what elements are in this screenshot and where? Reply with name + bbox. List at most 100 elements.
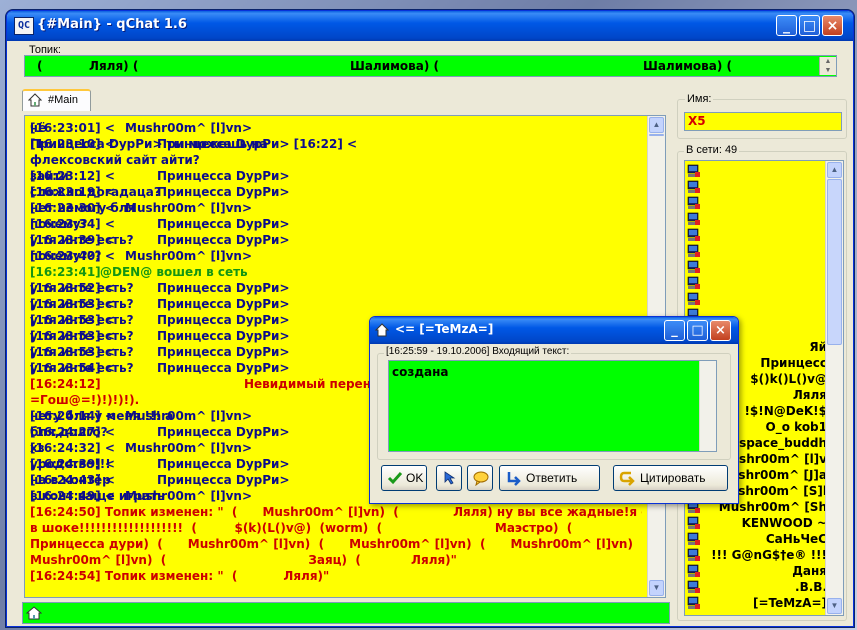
chat-message: Принцесса DурРи> ты можешь на — [30, 137, 268, 151]
dialog-close-button[interactable]: × — [710, 320, 731, 341]
user-list-item[interactable] — [687, 180, 827, 196]
quote-button-label: Цитировать — [640, 471, 706, 485]
scroll-up-button[interactable]: ▲ — [827, 162, 842, 178]
reply-arrow-icon — [507, 472, 521, 486]
topic-segment: ( — [37, 59, 43, 73]
user-computer-icon — [687, 228, 700, 241]
ok-button-label: OK — [406, 471, 424, 485]
name-label: Имя: — [685, 93, 714, 105]
scroll-thumb[interactable] — [649, 134, 664, 136]
chat-nick[interactable]: Mushr00m^ [l]vn> — [125, 120, 252, 136]
user-list-item[interactable] — [687, 292, 827, 308]
chat-nick[interactable]: Принцесса DурРи> — [157, 472, 290, 488]
system-notice: Невидимый перени — [244, 377, 380, 391]
user-list-item[interactable] — [687, 212, 827, 228]
chat-message: уродство!!! — [30, 457, 111, 471]
chat-nick[interactable]: Принцесса DурРи> — [157, 328, 290, 344]
topic-scroll-spinner[interactable]: ▲ ▼ — [819, 57, 836, 75]
user-name: [=TeMzA=] — [752, 596, 827, 610]
user-computer-icon — [687, 212, 700, 225]
topic-field[interactable]: ( Ляля) ( Шалимова) ( Шалимова) ( — [24, 55, 837, 77]
chat-nick[interactable]: Принцесса DурРи> — [157, 232, 290, 248]
user-list-item[interactable] — [687, 244, 827, 260]
chat-line: [16:23:39] < Принцесса DурРи> у тя инте ес… — [30, 232, 642, 248]
scroll-thumb[interactable] — [827, 179, 842, 345]
chat-message: нет немогу бля — [30, 201, 136, 215]
maximize-button[interactable]: □ — [799, 15, 820, 36]
user-list-item[interactable]: .B.B. — [687, 580, 827, 596]
chat-nick[interactable]: Принцесса DурРи> — [157, 184, 290, 200]
text-scrollbar[interactable] — [699, 361, 716, 451]
user-list-item[interactable]: KENWOOD ~ — [687, 516, 827, 532]
user-list-item[interactable] — [687, 164, 827, 180]
title-bar[interactable]: QC {#Main} - qChat 1.6 _ □ × — [7, 11, 853, 41]
user-computer-icon — [687, 180, 700, 193]
user-name: Даня — [792, 564, 827, 578]
dialog-timestamp-label: [16:25:59 - 19.10.2006] Входящий текст: — [384, 346, 572, 357]
chat-message: почему? — [30, 217, 88, 231]
home-icon — [375, 323, 389, 337]
ok-button[interactable]: OK — [381, 465, 427, 491]
minimize-button[interactable]: _ — [776, 15, 797, 36]
user-list-item[interactable]: !!! G@nG$†e® !!! — [687, 548, 827, 564]
chat-message: у тя инте есть? — [30, 345, 134, 359]
chat-nick[interactable]: Mushr00m^ [l]vn> — [125, 440, 252, 456]
quote-arrow-icon — [619, 471, 635, 486]
dialog-minimize-button[interactable]: _ — [664, 320, 685, 341]
chat-line: [16:23:34] < Принцесса DурРи> почему? — [30, 216, 642, 232]
incoming-text-area[interactable]: создана — [388, 360, 717, 452]
topic-segment: Ляля) ( — [89, 59, 139, 73]
chat-line: [16:23:40] < Mushr00m^ [l]vn> почему??? — [30, 248, 642, 264]
chat-nick[interactable]: Принцесса DурРи> — [157, 216, 290, 232]
chat-line: [16:24:54] Топик изменен: " ( Ляля)" — [30, 569, 330, 583]
user-list-item[interactable] — [687, 228, 827, 244]
chat-message: у тя инте есть? — [30, 297, 134, 311]
reply-button[interactable]: Ответить — [499, 465, 600, 491]
chat-nick[interactable]: Принцесса DурРи> — [157, 360, 290, 376]
user-name: CaНьЧеС — [765, 532, 827, 546]
user-computer-icon — [687, 292, 700, 305]
user-list-item[interactable]: Даня — [687, 564, 827, 580]
chat-nick[interactable]: Принцесса DурРи> — [157, 168, 290, 184]
user-list-item[interactable] — [687, 196, 827, 212]
smiley-button[interactable] — [467, 465, 493, 491]
chat-message: хз — [30, 441, 45, 455]
chat-nick[interactable]: Принцесса DурРи> — [157, 280, 290, 296]
chat-line: [16:23:30] < Mushr00m^ [l]vn> нет немогу б… — [30, 200, 642, 216]
cursor-tool-button[interactable] — [436, 465, 462, 491]
chat-nick[interactable]: Mushr00m^ [l]vn> — [125, 200, 252, 216]
scroll-down-button[interactable]: ▼ — [649, 580, 664, 596]
user-list-item[interactable]: [=TeMzA=] — [687, 596, 827, 612]
join-notice: @DEN@ вошел в сеть — [100, 265, 248, 279]
user-list-item[interactable] — [687, 276, 827, 292]
incoming-text: создана — [392, 365, 449, 379]
user-list-scrollbar[interactable]: ▲ ▼ — [825, 161, 843, 615]
chat-line: [16:23:41] @DEN@ вошел в сеть — [30, 264, 642, 280]
chat-nick[interactable]: Принцесса DурРи> — [157, 424, 290, 440]
user-computer-icon — [687, 164, 700, 177]
tab-main[interactable]: #Main — [22, 89, 91, 111]
quote-button[interactable]: Цитировать — [613, 465, 728, 491]
name-field[interactable]: X5 — [684, 112, 842, 131]
chat-nick[interactable]: Принцесса DурРи> — [157, 344, 290, 360]
chat-nick[interactable]: Принцесса DурРи> — [157, 312, 290, 328]
chat-nick[interactable]: Mushr00m^ [l]vn> — [125, 248, 252, 264]
chat-line: [16:23:10] < Принцесса DурРи> [16:22] < Пр… — [30, 136, 642, 152]
dialog-title-bar[interactable]: <= [=TeMzA=] _ □ × — [370, 317, 738, 344]
user-name: !!! G@nG$†e® !!! — [711, 548, 827, 562]
chat-nick[interactable]: Принцесса DурРи> — [157, 296, 290, 312]
incoming-message-dialog: <= [=TeMzA=] _ □ × [16:25:59 - 19.10.200… — [369, 316, 739, 504]
chat-nick[interactable]: Принцесса DурРи> — [157, 456, 290, 472]
message-input[interactable] — [22, 602, 670, 624]
scroll-up-button[interactable]: ▲ — [649, 117, 664, 133]
user-list-item[interactable] — [687, 260, 827, 276]
scroll-down-button[interactable]: ▼ — [827, 598, 842, 614]
user-name: KENWOOD ~ — [741, 516, 827, 530]
user-list-item[interactable]: CaНьЧеС — [687, 532, 827, 548]
chat-timestamp: [16:23:41] — [30, 265, 101, 279]
close-button[interactable]: × — [822, 15, 843, 36]
chat-line: [16:23:12] < Принцесса DурРи> зайти — [30, 168, 642, 184]
dialog-maximize-button[interactable]: □ — [687, 320, 708, 341]
chat-line: Принцесса дури) ( Mushr00m^ [l]vn) ( Mus… — [30, 537, 642, 551]
cursor-icon — [444, 471, 456, 485]
